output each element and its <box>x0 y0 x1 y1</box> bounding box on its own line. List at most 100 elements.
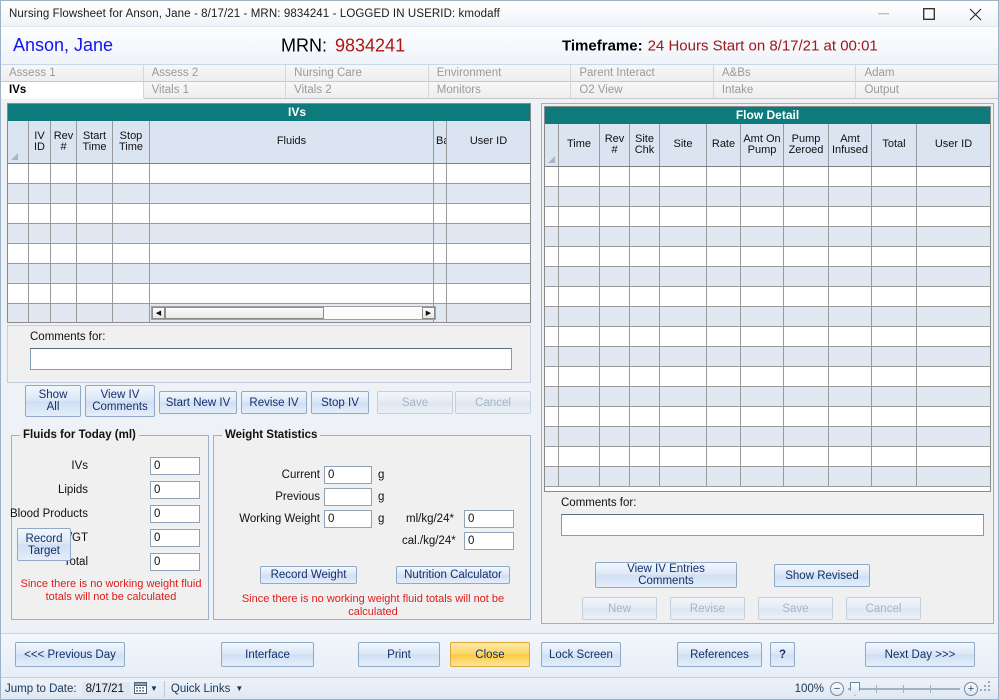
col-time[interactable]: Time <box>559 124 600 166</box>
table-row[interactable] <box>8 164 530 184</box>
close-icon[interactable] <box>952 1 998 27</box>
table-row[interactable] <box>545 307 990 327</box>
table-row[interactable] <box>545 387 990 407</box>
table-row[interactable] <box>8 264 530 284</box>
table-row[interactable] <box>545 367 990 387</box>
fluids-oral-ng-gt-input[interactable]: 0 <box>150 529 200 547</box>
flow-detail-grid[interactable]: Flow Detail Time Rev # Site Chk Site Rat… <box>544 106 991 492</box>
col-site-chk[interactable]: Site Chk <box>630 124 660 166</box>
tab-parent-interact[interactable]: Parent Interact <box>571 65 714 82</box>
view-iv-comments-button[interactable]: View IV Comments <box>85 385 155 417</box>
tab-monitors[interactable]: Monitors <box>428 82 572 99</box>
jump-to-date-input[interactable]: 8/17/21 <box>81 681 130 696</box>
print-button[interactable]: Print <box>358 642 440 667</box>
help-button[interactable]: ? <box>770 642 795 667</box>
lock-screen-button[interactable]: Lock Screen <box>541 642 621 667</box>
tab-vitals-2[interactable]: Vitals 2 <box>286 82 429 99</box>
left-comments-input[interactable] <box>30 348 512 370</box>
previous-day-button[interactable]: <<< Previous Day <box>15 642 125 667</box>
show-all-button[interactable]: Show All <box>25 385 81 417</box>
tab-ivs[interactable]: IVs <box>1 82 144 99</box>
start-new-iv-button[interactable]: Start New IV <box>159 391 237 414</box>
tab-vitals-1[interactable]: Vitals 1 <box>143 82 287 99</box>
minimize-icon[interactable] <box>860 1 906 27</box>
col-amt-infused[interactable]: Amt Infused <box>829 124 872 166</box>
table-row[interactable] <box>545 207 990 227</box>
table-row[interactable] <box>545 467 990 487</box>
tab-environment[interactable]: Environment <box>428 65 572 82</box>
table-row[interactable] <box>545 287 990 307</box>
col-total[interactable]: Total <box>872 124 917 166</box>
table-row[interactable] <box>545 427 990 447</box>
tab-intake[interactable]: Intake <box>713 82 857 99</box>
table-row[interactable] <box>545 327 990 347</box>
view-iv-entries-comments-button[interactable]: View IV Entries Comments <box>595 562 737 588</box>
col-amt-on-pump[interactable]: Amt On Pump <box>741 124 784 166</box>
col-user-id[interactable]: User ID <box>447 121 530 163</box>
tab-adam[interactable]: Adam <box>856 65 998 82</box>
quick-links-chevron-down-icon[interactable]: ▼ <box>235 684 243 693</box>
maximize-icon[interactable] <box>906 1 952 27</box>
scroll-right-arrow[interactable]: ▶ <box>422 307 435 319</box>
ivs-grid-hscrollbar[interactable]: ◀ ▶ <box>151 306 436 320</box>
record-weight-button[interactable]: Record Weight <box>260 566 357 584</box>
col-rev-num[interactable]: Rev # <box>51 121 77 163</box>
previous-weight-input[interactable] <box>324 488 372 506</box>
cal-kg-24-input[interactable]: 0 <box>464 532 514 550</box>
show-revised-button[interactable]: Show Revised <box>774 564 870 587</box>
col-iv-id[interactable]: IV ID <box>29 121 51 163</box>
table-row[interactable] <box>545 407 990 427</box>
tab-assess-1[interactable]: Assess 1 <box>1 65 144 82</box>
table-row[interactable] <box>545 247 990 267</box>
col-flow-user-id[interactable]: User ID <box>917 124 990 166</box>
table-row[interactable] <box>545 447 990 467</box>
current-weight-input[interactable]: 0 <box>324 466 372 484</box>
nutrition-calculator-button[interactable]: Nutrition Calculator <box>396 566 510 584</box>
references-button[interactable]: References <box>677 642 762 667</box>
scroll-thumb[interactable] <box>165 307 325 319</box>
fluids-total-input[interactable]: 0 <box>150 553 200 571</box>
table-row[interactable] <box>545 167 990 187</box>
zoom-in-icon[interactable]: + <box>964 682 978 696</box>
tab-assess-2[interactable]: Assess 2 <box>143 65 287 82</box>
zoom-slider-thumb[interactable] <box>850 682 860 696</box>
col-rate[interactable]: Rate <box>707 124 741 166</box>
table-row[interactable] <box>8 284 530 304</box>
scroll-track[interactable] <box>165 307 422 319</box>
table-row[interactable] <box>545 267 990 287</box>
table-row[interactable] <box>545 347 990 367</box>
zoom-slider[interactable] <box>848 682 960 696</box>
scroll-left-arrow[interactable]: ◀ <box>152 307 165 319</box>
table-row[interactable] <box>8 244 530 264</box>
col-site[interactable]: Site <box>660 124 707 166</box>
flow-select-all-corner[interactable] <box>545 124 559 166</box>
stop-iv-button[interactable]: Stop IV <box>311 391 369 414</box>
table-row[interactable] <box>8 224 530 244</box>
record-target-button[interactable]: Record Target <box>17 528 71 561</box>
ml-kg-24-input[interactable]: 0 <box>464 510 514 528</box>
zoom-out-icon[interactable]: − <box>830 682 844 696</box>
tab-output[interactable]: Output <box>856 82 998 99</box>
working-weight-input[interactable]: 0 <box>324 510 372 528</box>
col-stop-time[interactable]: Stop Time <box>113 121 150 163</box>
col-start-time[interactable]: Start Time <box>77 121 113 163</box>
tab-o2-view[interactable]: O2 View <box>571 82 714 99</box>
table-row[interactable] <box>545 227 990 247</box>
grid-select-all-corner[interactable] <box>8 121 29 163</box>
quick-links-menu[interactable]: Quick Links <box>171 683 230 695</box>
col-pump-zeroed[interactable]: Pump Zeroed <box>784 124 829 166</box>
table-row[interactable] <box>8 204 530 224</box>
revise-iv-button[interactable]: Revise IV <box>241 391 307 414</box>
right-comments-input[interactable] <box>561 514 984 536</box>
table-row[interactable] <box>545 187 990 207</box>
fluids-ivs-input[interactable]: 0 <box>150 457 200 475</box>
tab-nursing-care[interactable]: Nursing Care <box>286 65 429 82</box>
ivs-grid[interactable]: IVs IV ID Rev # Start Time Stop Time Flu… <box>7 103 531 323</box>
chevron-down-icon[interactable]: ▼ <box>150 684 158 693</box>
col-fluids[interactable]: Fluids <box>150 121 434 163</box>
close-button[interactable]: Close <box>450 642 530 667</box>
interface-button[interactable]: Interface <box>221 642 314 667</box>
calendar-icon[interactable] <box>133 681 147 697</box>
next-day-button[interactable]: Next Day >>> <box>865 642 975 667</box>
tab-abs[interactable]: A&Bs <box>713 65 857 82</box>
